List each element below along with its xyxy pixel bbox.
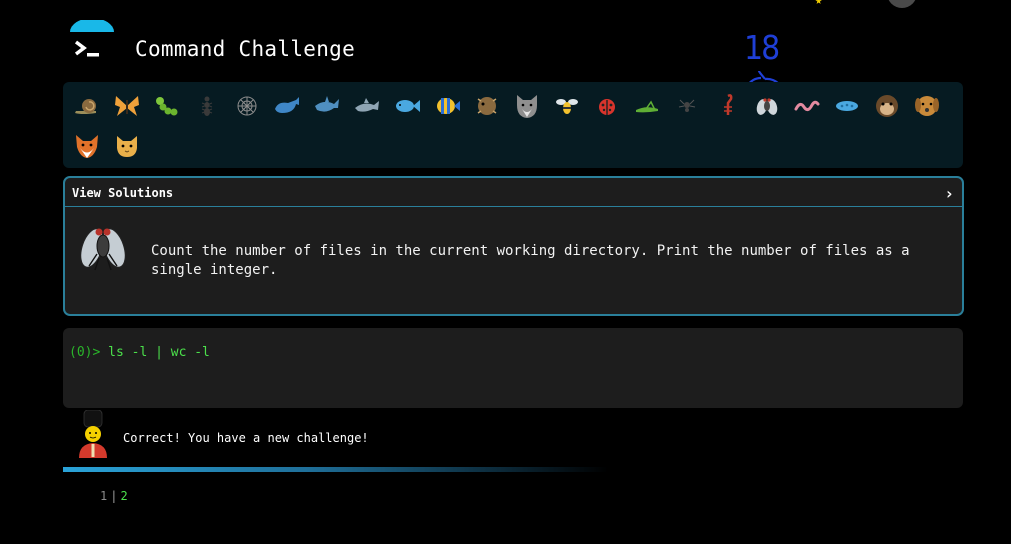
chevron-right-icon: › [944, 184, 954, 203]
fish-icon[interactable] [389, 88, 425, 124]
output-value: 2 [120, 489, 128, 503]
scorpion-icon[interactable] [709, 88, 745, 124]
bee-icon[interactable] [549, 88, 585, 124]
fly-icon [77, 218, 129, 274]
microbe-icon[interactable] [829, 88, 865, 124]
cricket-icon[interactable] [629, 88, 665, 124]
ladybug-icon[interactable] [589, 88, 625, 124]
terminal-input-area[interactable]: (0)> ls -l | wc -l [63, 328, 963, 408]
butterfly-icon[interactable] [109, 88, 145, 124]
shark-icon[interactable] [309, 88, 345, 124]
dolphin-icon[interactable] [349, 88, 385, 124]
line-separator: | [110, 489, 118, 503]
page-title: Command Challenge [135, 37, 356, 61]
dog-icon[interactable] [909, 88, 945, 124]
header: Command Challenge [70, 18, 470, 72]
worm-icon[interactable] [789, 88, 825, 124]
ant-icon[interactable] [189, 88, 225, 124]
prompt-marker: (0)> [69, 345, 101, 360]
feedback-message: Correct! You have a new challenge! [123, 431, 369, 445]
fox-icon[interactable] [69, 128, 105, 164]
guard-avatar-icon [76, 409, 110, 458]
output-line: 1 | 2 [100, 489, 128, 503]
annotation-number: 18 [744, 29, 780, 68]
line-number: 1 [100, 489, 108, 503]
snail-icon[interactable] [69, 88, 105, 124]
page: ★ Command Challenge 18 View Solutions › … [0, 0, 1011, 544]
tropical-fish-icon[interactable] [429, 88, 465, 124]
profile-avatar[interactable] [887, 0, 917, 8]
prompt-line: (0)> ls -l | wc -l [69, 345, 210, 360]
challenge-panel: View Solutions › Count the number of fil… [63, 176, 964, 316]
monkey-icon[interactable] [869, 88, 905, 124]
terminal-logo-icon[interactable] [70, 18, 114, 64]
top-badge-icon: ★ [815, 0, 823, 7]
challenge-description: Count the number of files in the current… [151, 243, 910, 278]
spider-icon[interactable] [669, 88, 705, 124]
wolf-icon[interactable] [509, 88, 545, 124]
cat-icon[interactable] [109, 128, 145, 164]
blowfish-icon[interactable] [469, 88, 505, 124]
challenge-icon-bar [63, 82, 963, 168]
progress-bar [63, 467, 608, 472]
caterpillar-icon[interactable] [149, 88, 185, 124]
view-solutions-label: View Solutions [72, 186, 174, 200]
fly-icon[interactable] [749, 88, 785, 124]
spider-web-icon[interactable] [229, 88, 265, 124]
view-solutions-toggle[interactable]: View Solutions › [65, 178, 962, 207]
command-text[interactable]: ls -l | wc -l [108, 345, 210, 360]
whale-icon[interactable] [269, 88, 305, 124]
